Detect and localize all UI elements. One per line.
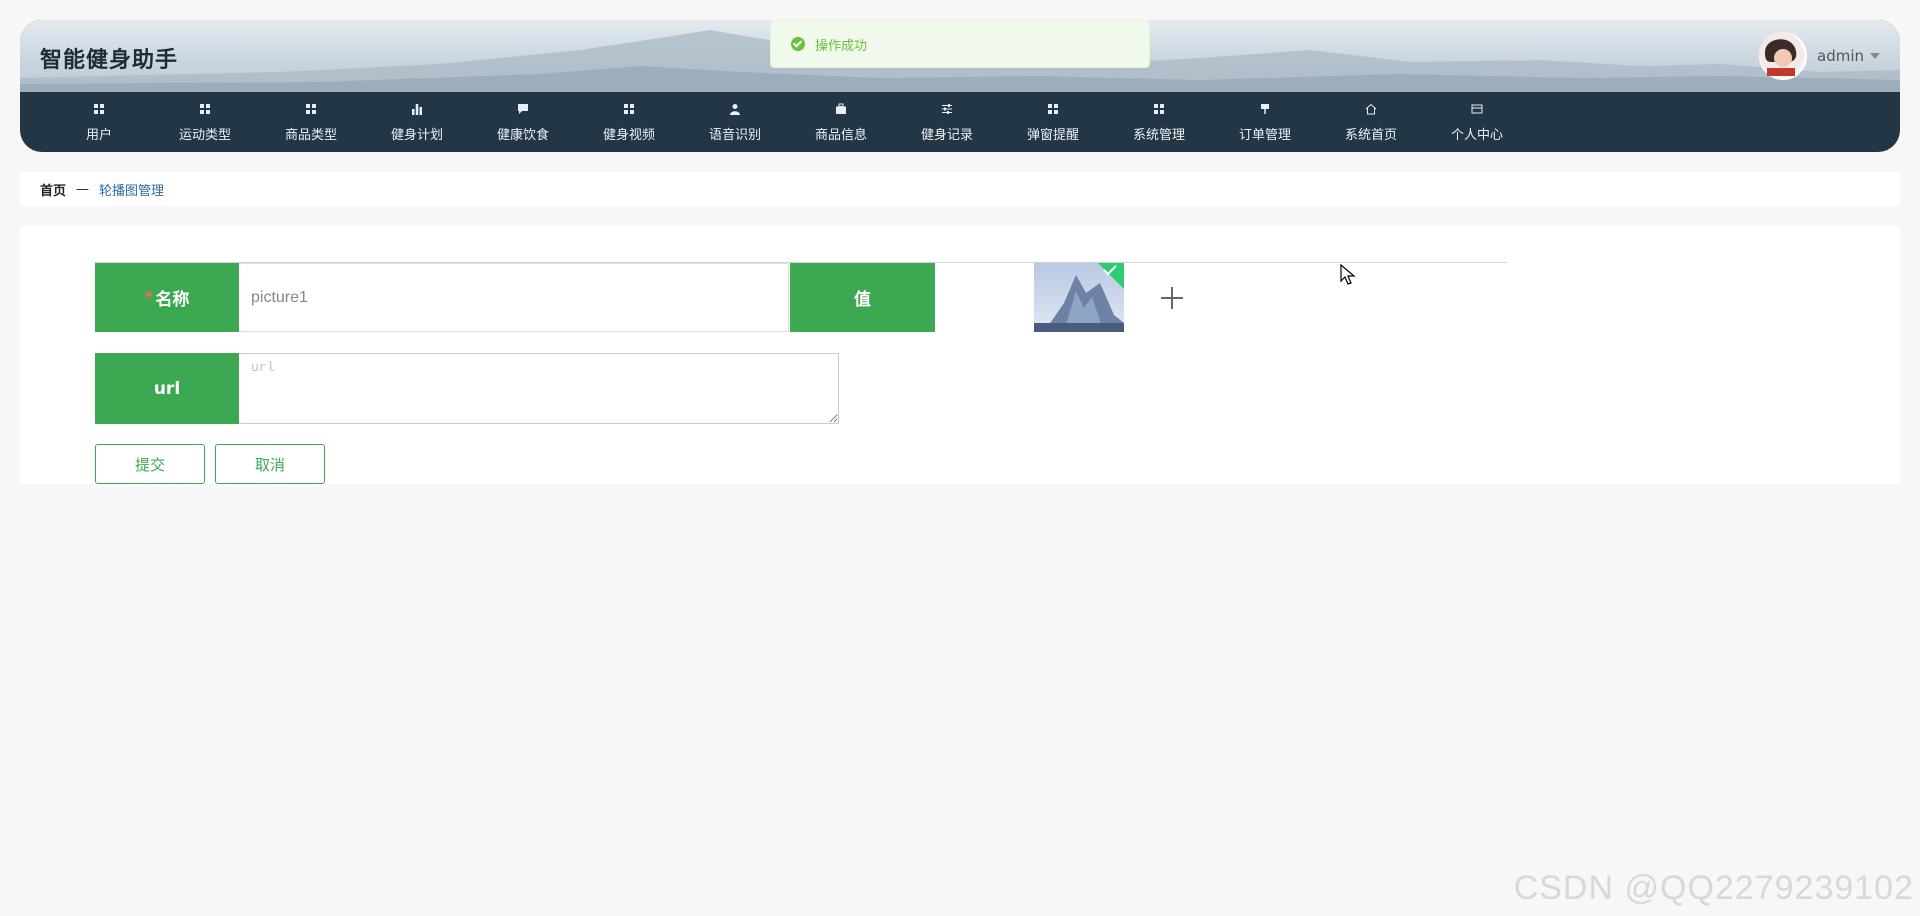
nav-item-4[interactable]: 健康饮食: [470, 92, 576, 152]
value-label-text: 值: [854, 290, 871, 310]
value-label: 值: [790, 263, 935, 332]
nav-item-13[interactable]: 个人中心: [1424, 92, 1530, 152]
name-input[interactable]: [239, 263, 789, 332]
breadcrumb: 首页 — 轮播图管理: [20, 172, 1900, 206]
app-title: 智能健身助手: [40, 48, 179, 73]
nav-item-6[interactable]: 语音识别: [682, 92, 788, 152]
url-label: url: [95, 353, 239, 424]
nav-item-label: 健身记录: [920, 127, 973, 143]
success-toast: 操作成功: [770, 20, 1150, 68]
image-preview: [1034, 263, 1124, 332]
name-label-text: 名称: [155, 290, 190, 310]
nav-item-label: 语音识别: [708, 127, 761, 143]
top-nav: 用户 运动类型 商品类型 健身计划 健康饮食 健身视频 语音识别 商品信息 健身记录 弹窗提醒 系统…: [20, 92, 1900, 152]
person-icon: [728, 102, 742, 116]
nav-item-0[interactable]: 用户: [46, 92, 152, 152]
nav-item-label: 用户: [85, 127, 112, 143]
nav-item-7[interactable]: 商品信息: [788, 92, 894, 152]
check-circle-icon: [791, 37, 805, 51]
pin-icon: [1258, 102, 1272, 116]
nav-item-3[interactable]: 健身计划: [364, 92, 470, 152]
card-icon: [1470, 102, 1484, 116]
nav-item-12[interactable]: 系统首页: [1318, 92, 1424, 152]
home-icon: [1364, 102, 1378, 116]
breadcrumb-current[interactable]: 轮播图管理: [99, 180, 164, 199]
nav-item-1[interactable]: 运动类型: [152, 92, 258, 152]
user-menu[interactable]: admin: [1759, 32, 1880, 80]
required-mark: *: [144, 287, 154, 308]
nav-item-label: 个人中心: [1450, 127, 1503, 143]
briefcase-icon: [834, 102, 848, 116]
nav-item-9[interactable]: 弹窗提醒: [1000, 92, 1106, 152]
nav-item-10[interactable]: 系统管理: [1106, 92, 1212, 152]
breadcrumb-home[interactable]: 首页: [40, 180, 66, 199]
chevron-down-icon[interactable]: [1870, 53, 1880, 59]
nav-item-label: 健身计划: [390, 127, 443, 143]
nav-item-label: 商品类型: [284, 127, 337, 143]
nav-item-label: 订单管理: [1238, 127, 1291, 143]
grid-icon: [304, 102, 318, 116]
watermark: CSDN @QQ2279239102: [1513, 869, 1914, 907]
nav-item-label: 商品信息: [814, 127, 867, 143]
nav-item-5[interactable]: 健身视频: [576, 92, 682, 152]
nav-item-label: 系统首页: [1344, 127, 1397, 143]
grid-icon: [198, 102, 212, 116]
user-name[interactable]: admin: [1817, 47, 1864, 65]
nav-item-label: 健身视频: [602, 127, 655, 143]
nav-item-label: 运动类型: [178, 127, 231, 143]
submit-button[interactable]: 提交: [95, 444, 205, 484]
grid-icon: [1152, 102, 1166, 116]
grid-icon: [622, 102, 636, 116]
nav-item-11[interactable]: 订单管理: [1212, 92, 1318, 152]
nav-item-label: 系统管理: [1132, 127, 1185, 143]
bar-chart-icon: [410, 102, 424, 116]
avatar[interactable]: [1759, 32, 1807, 80]
grid-icon: [1046, 102, 1060, 116]
toast-message: 操作成功: [815, 38, 868, 54]
grid-icon: [92, 102, 106, 116]
nav-item-label: 健康饮食: [496, 127, 549, 143]
breadcrumb-separator: —: [76, 181, 90, 197]
name-label: * 名称: [95, 263, 239, 332]
mouse-cursor-icon: [1340, 264, 1356, 285]
chat-bubble-icon: [516, 102, 530, 116]
url-textarea[interactable]: [239, 353, 839, 424]
uploaded-image-thumbnail[interactable]: [1034, 263, 1124, 332]
url-label-text: url: [153, 378, 181, 399]
nav-item-2[interactable]: 商品类型: [258, 92, 364, 152]
nav-item-8[interactable]: 健身记录: [894, 92, 1000, 152]
nav-item-label: 弹窗提醒: [1026, 127, 1079, 143]
add-image-button[interactable]: [1157, 283, 1187, 313]
form-panel: * 名称 值 url 提交 取消: [20, 226, 1900, 484]
cancel-button[interactable]: 取消: [215, 444, 325, 484]
sliders-icon: [940, 102, 954, 116]
